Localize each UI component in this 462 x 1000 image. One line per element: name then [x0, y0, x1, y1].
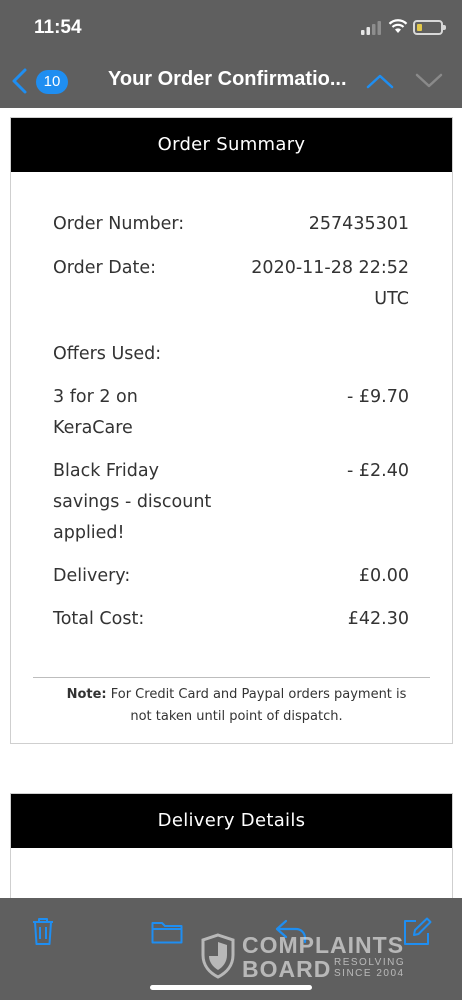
delivery-details-card: Delivery Details: [10, 793, 453, 913]
note-label: Note:: [66, 687, 107, 702]
chevron-down-icon[interactable]: [415, 70, 443, 92]
watermark-line2: BOARD: [242, 956, 332, 982]
back-chevron-icon[interactable]: [8, 67, 32, 95]
offer2-value: - £2.40: [347, 461, 409, 481]
order-summary-header: Order Summary: [11, 118, 452, 172]
payment-note: Note: For Credit Card and Paypal orders …: [41, 684, 432, 728]
offer1-label-line2: KeraCare: [53, 418, 133, 438]
offer2-label-line3: applied!: [53, 523, 125, 543]
complaintsboard-watermark: COMPLAINTS BOARD RESOLVING SINCE 2004: [200, 930, 440, 982]
wifi-icon: [388, 19, 408, 33]
watermark-tag2: SINCE 2004: [334, 968, 405, 979]
battery-icon: [413, 20, 446, 35]
status-time: 11:54: [34, 17, 82, 38]
order-number-label: Order Number:: [53, 214, 185, 234]
chevron-up-icon[interactable]: [366, 70, 394, 92]
order-date-value: 2020-11-28 22:52 UTC: [251, 253, 409, 315]
total-value: £42.30: [347, 609, 409, 629]
offer1-label: 3 for 2 on KeraCare: [53, 382, 138, 444]
offer2-label-line2: savings - discount: [53, 492, 212, 512]
order-date-value-line1: 2020-11-28 22:52: [251, 258, 409, 278]
trash-icon[interactable]: [31, 916, 55, 946]
order-date-label: Order Date:: [53, 258, 157, 278]
folder-icon[interactable]: [151, 920, 183, 944]
unread-badge[interactable]: 10: [36, 70, 68, 94]
offer1-label-line1: 3 for 2 on: [53, 387, 138, 407]
nav-title: Your Order Confirmatio...: [108, 68, 347, 90]
cellular-signal-icon: [361, 21, 381, 35]
delivery-details-header: Delivery Details: [11, 794, 452, 848]
offer1-value: - £9.70: [347, 387, 409, 407]
order-date-value-line2: UTC: [374, 289, 409, 309]
delivery-value: £0.00: [358, 566, 409, 586]
shield-logo-icon: [201, 933, 235, 979]
note-text-line1: For Credit Card and Paypal orders paymen…: [106, 687, 407, 702]
note-text-line2: not taken until point of dispatch.: [130, 709, 343, 724]
offers-label: Offers Used:: [53, 344, 162, 364]
delivery-label: Delivery:: [53, 566, 131, 586]
watermark-tag1: RESOLVING: [334, 957, 406, 968]
home-indicator[interactable]: [150, 985, 312, 990]
total-label: Total Cost:: [53, 609, 145, 629]
top-bar: 11:54 10 Your Order Confirmatio...: [0, 0, 462, 108]
watermark-line1: COMPLAINTS: [242, 932, 405, 958]
offer2-label: Black Friday savings - discount applied!: [53, 456, 211, 549]
order-number-value: 257435301: [308, 214, 409, 234]
watermark-tagline: RESOLVING SINCE 2004: [334, 957, 405, 979]
order-summary-card: Order Summary Order Number: 257435301 Or…: [10, 117, 453, 744]
divider: [33, 677, 430, 678]
offer2-label-line1: Black Friday: [53, 461, 159, 481]
